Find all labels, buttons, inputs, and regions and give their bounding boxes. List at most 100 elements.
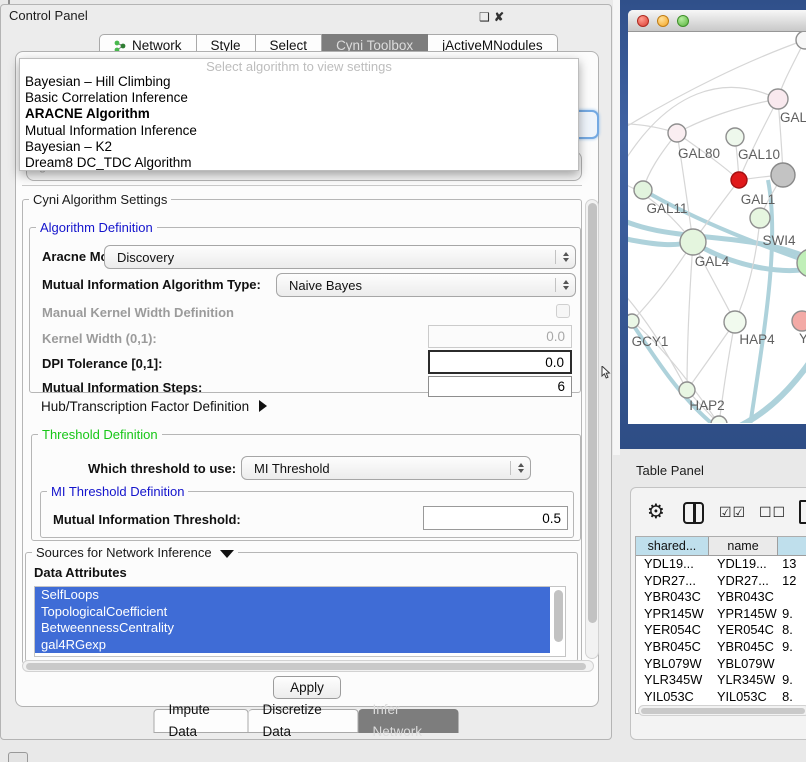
network-node[interactable] xyxy=(634,181,652,199)
mi-steps-input[interactable] xyxy=(429,377,571,396)
algorithm-option[interactable]: Bayesian – Hill Climbing xyxy=(20,74,578,90)
dpi-tolerance-input[interactable] xyxy=(430,352,570,372)
table-cell[interactable]: YBR043C xyxy=(709,589,778,606)
table-cell[interactable]: YDL19... xyxy=(709,556,778,573)
column-visibility-icon[interactable] xyxy=(683,502,704,524)
network-node[interactable] xyxy=(628,314,639,328)
network-edge[interactable] xyxy=(687,322,735,390)
network-edge[interactable] xyxy=(687,242,693,390)
table-cell[interactable]: 9. xyxy=(778,672,806,689)
table-cell[interactable]: YBR045C xyxy=(636,639,709,656)
table-cell[interactable]: YIL053C xyxy=(709,689,778,702)
table-cell[interactable] xyxy=(778,589,806,606)
list-item[interactable]: gal4RGexp xyxy=(35,637,550,654)
sources-title[interactable]: Sources for Network Inference xyxy=(32,545,238,560)
table-cell[interactable]: 12 xyxy=(778,573,806,590)
table-cell[interactable]: YPR145W xyxy=(636,606,709,623)
table-cell[interactable]: YER054C xyxy=(636,622,709,639)
table-cell[interactable]: YLR345W xyxy=(709,672,778,689)
table-cell[interactable]: YBR045C xyxy=(709,639,778,656)
table-cell[interactable]: 8. xyxy=(778,622,806,639)
network-node[interactable] xyxy=(679,382,695,398)
table-row[interactable]: YLR345WYLR345W9. xyxy=(636,672,806,689)
network-node[interactable] xyxy=(731,172,747,188)
mi-threshold-input[interactable] xyxy=(424,507,567,529)
table-cell[interactable]: YDR27... xyxy=(636,573,709,590)
table-cell[interactable]: YDL19... xyxy=(636,556,709,573)
table-cell[interactable]: YDR27... xyxy=(709,573,778,590)
network-node[interactable] xyxy=(668,124,686,142)
table-row[interactable]: YDR27...YDR27...12 xyxy=(636,573,806,590)
table-cell[interactable]: YPR145W xyxy=(709,606,778,623)
tab-infer-network[interactable]: Infer Network xyxy=(359,709,459,733)
network-view-titlebar[interactable] xyxy=(628,10,806,32)
network-edge[interactable] xyxy=(736,350,806,423)
table-cell[interactable]: YBL079W xyxy=(709,656,778,673)
algorithm-option[interactable]: Bayesian – K2 xyxy=(20,139,578,155)
settings-horizontal-scrollbar-thumb[interactable] xyxy=(26,663,586,670)
network-edge[interactable] xyxy=(735,218,760,322)
network-node[interactable] xyxy=(726,128,744,146)
table-horizontal-scrollbar[interactable] xyxy=(638,705,806,716)
table-row[interactable]: YIL053CYIL053C8. xyxy=(636,689,806,702)
table-row[interactable]: YBR045CYBR045C9. xyxy=(636,639,806,656)
network-node[interactable] xyxy=(724,311,746,333)
table-row[interactable]: YER054CYER054C8. xyxy=(636,622,806,639)
table-cell[interactable]: YIL053C xyxy=(636,689,709,702)
algorithm-option[interactable]: Dream8 DC_TDC Algorithm xyxy=(20,155,578,171)
table-row[interactable]: YPR145WYPR145W9. xyxy=(636,606,806,623)
select-all-checkboxes-icon[interactable]: ☑☑ xyxy=(719,505,746,521)
network-edge[interactable] xyxy=(739,99,778,180)
table-horizontal-scrollbar-thumb[interactable] xyxy=(641,708,805,714)
table-cell[interactable]: 9. xyxy=(778,606,806,623)
algorithm-option[interactable]: Basic Correlation Inference xyxy=(20,90,578,106)
list-scrollbar-thumb[interactable] xyxy=(554,590,563,642)
manual-kernel-width-checkbox[interactable] xyxy=(556,304,570,318)
kernel-width-input[interactable] xyxy=(429,326,571,347)
deselect-all-checkboxes-icon[interactable]: ☐☐ xyxy=(759,505,786,521)
table-cell[interactable]: YLR345W xyxy=(636,672,709,689)
hub-definition-toggle[interactable]: Hub/Transcription Factor Definition xyxy=(41,399,267,414)
network-canvas[interactable]: GALGAL80GAL10GAL1GAL11SWI4GAL4GCY1HAP4YH… xyxy=(628,32,806,423)
mi-algorithm-type-combobox[interactable]: Naive Bayes xyxy=(276,273,576,297)
network-node[interactable] xyxy=(680,229,706,255)
zoom-window-icon[interactable] xyxy=(677,15,689,27)
table-cell[interactable]: 13 xyxy=(778,556,806,573)
algorithm-option[interactable]: Mutual Information Inference xyxy=(20,123,578,139)
table-settings-gear-icon[interactable]: ⚙ xyxy=(647,499,665,523)
aracne-mode-combobox[interactable]: Discovery xyxy=(104,245,576,269)
table-cell[interactable]: YER054C xyxy=(709,622,778,639)
table-column-header[interactable]: name xyxy=(709,537,778,555)
settings-vertical-scrollbar[interactable] xyxy=(585,199,599,659)
network-node[interactable] xyxy=(711,416,727,423)
float-panel-icon[interactable]: ❑ xyxy=(479,10,490,24)
network-edge[interactable] xyxy=(632,242,693,321)
tab-discretize-data[interactable]: Discretize Data xyxy=(249,709,359,733)
tab-impute-data[interactable]: Impute Data xyxy=(154,709,249,733)
close-panel-icon[interactable]: ✘ xyxy=(494,10,504,24)
list-item[interactable]: SelfLoops xyxy=(35,587,550,604)
network-edge[interactable] xyxy=(643,133,677,190)
table-cell[interactable]: YBL079W xyxy=(636,656,709,673)
settings-vertical-scrollbar-thumb[interactable] xyxy=(588,203,597,623)
settings-horizontal-scrollbar[interactable] xyxy=(22,660,594,672)
network-node[interactable] xyxy=(796,32,806,49)
which-threshold-combobox[interactable]: MI Threshold xyxy=(241,456,531,480)
table-row[interactable]: YBR043CYBR043C xyxy=(636,589,806,606)
close-window-icon[interactable] xyxy=(637,15,649,27)
minimize-window-icon[interactable] xyxy=(657,15,669,27)
network-node[interactable] xyxy=(771,163,795,187)
table-cell[interactable] xyxy=(778,656,806,673)
export-table-file-icon[interactable] xyxy=(799,500,806,524)
table-column-header[interactable] xyxy=(778,537,806,555)
network-node[interactable] xyxy=(792,311,806,331)
list-item[interactable]: BetweennessCentrality xyxy=(35,620,550,637)
table-cell[interactable]: 9. xyxy=(778,639,806,656)
table-cell[interactable]: 8. xyxy=(778,689,806,702)
table-row[interactable]: YDL19...YDL19...13 xyxy=(636,556,806,573)
table-row[interactable]: YBL079WYBL079W xyxy=(636,656,806,673)
table-column-header[interactable]: shared... xyxy=(636,537,709,555)
apply-button[interactable]: Apply xyxy=(273,676,341,699)
algorithm-option-selected[interactable]: ARACNE Algorithm xyxy=(20,106,578,122)
list-item[interactable]: TopologicalCoefficient xyxy=(35,604,550,621)
